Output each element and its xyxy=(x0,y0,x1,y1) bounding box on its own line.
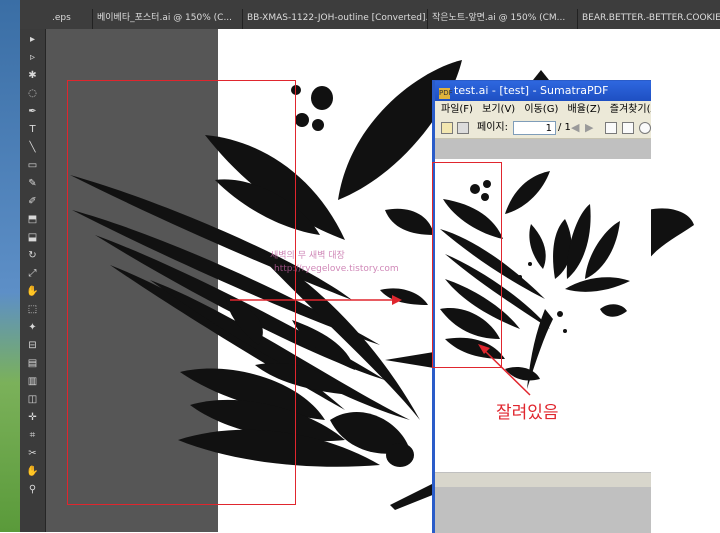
cropped-annotation-label: 잘려있음 xyxy=(496,403,559,423)
watermark-line2: http://ryegelove.tistory.com xyxy=(274,264,399,274)
arrow-right-icon xyxy=(392,295,402,305)
arrow-up-left-icon xyxy=(478,344,490,354)
watermark-line1: 새벽의 무 새벽 대장 xyxy=(270,251,345,261)
